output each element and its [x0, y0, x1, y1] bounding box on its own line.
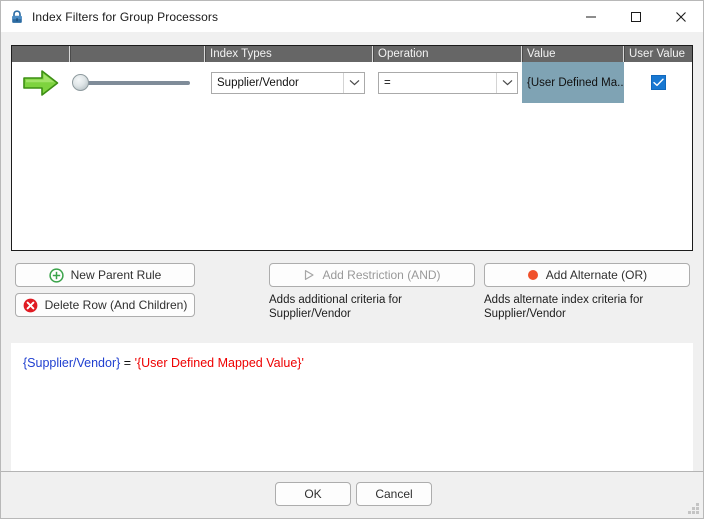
minimize-button[interactable]	[568, 1, 613, 32]
new-parent-rule-label: New Parent Rule	[70, 268, 162, 282]
delete-row-button[interactable]: Delete Row (And Children)	[15, 293, 195, 317]
dialog-body: Index Types Operation Value User Value S…	[1, 32, 703, 518]
add-alternate-button[interactable]: Add Alternate (OR)	[484, 263, 690, 287]
row-user-value-cell	[624, 62, 692, 103]
dialog-window: Index Filters for Group Processors Index…	[0, 0, 704, 519]
index-type-value: Supplier/Vendor	[217, 76, 299, 89]
ok-button[interactable]: OK	[275, 482, 351, 506]
row-operation-cell: =	[373, 62, 522, 103]
cancel-button[interactable]: Cancel	[356, 482, 432, 506]
plus-circle-icon	[48, 267, 64, 283]
delete-row-label: Delete Row (And Children)	[44, 298, 188, 312]
column-header-value[interactable]: Value	[522, 46, 624, 62]
resize-grip[interactable]	[687, 502, 700, 515]
title-bar: Index Filters for Group Processors	[1, 1, 703, 32]
chevron-down-icon[interactable]	[343, 72, 364, 93]
indent-slider[interactable]	[72, 74, 190, 92]
green-arrow-icon	[23, 69, 59, 96]
delete-circle-icon	[23, 298, 38, 313]
play-triangle-icon	[303, 269, 315, 281]
dialog-footer: OK Cancel	[1, 471, 703, 518]
expression-preview-panel[interactable]: {Supplier/Vendor} = '{User Defined Mappe…	[11, 343, 693, 474]
expression-value: '{User Defined Mapped Value}'	[134, 356, 304, 370]
window-title: Index Filters for Group Processors	[32, 9, 219, 24]
expression-line: {Supplier/Vendor} = '{User Defined Mappe…	[23, 355, 693, 371]
column-header-index-types[interactable]: Index Types	[205, 46, 373, 62]
orange-dot-icon	[527, 269, 539, 281]
minimize-icon	[585, 16, 596, 17]
maximize-button[interactable]	[613, 1, 658, 32]
row-value-cell[interactable]: {User Defined Ma...	[522, 62, 624, 103]
close-button[interactable]	[658, 1, 703, 32]
operation-value: =	[384, 76, 391, 89]
add-restriction-hint: Adds additional criteria for Supplier/Ve…	[269, 294, 402, 320]
check-icon	[652, 78, 664, 87]
slider-thumb[interactable]	[72, 74, 89, 91]
new-parent-rule-button[interactable]: New Parent Rule	[15, 263, 195, 287]
close-icon	[675, 11, 686, 22]
window-controls	[568, 1, 703, 32]
maximize-icon	[630, 11, 641, 22]
expression-field: {Supplier/Vendor}	[23, 356, 121, 370]
column-header-arrow[interactable]	[12, 46, 70, 62]
add-alternate-label: Add Alternate (OR)	[545, 268, 648, 282]
grid-header-row: Index Types Operation Value User Value	[12, 46, 692, 62]
expression-operator: =	[123, 356, 132, 370]
column-header-operation[interactable]: Operation	[373, 46, 522, 62]
chevron-down-icon[interactable]	[496, 72, 517, 93]
table-row[interactable]: Supplier/Vendor = {User Defined Ma...	[12, 62, 692, 103]
row-indent-cell	[70, 62, 205, 103]
row-index-type-cell: Supplier/Vendor	[205, 62, 373, 103]
rules-grid[interactable]: Index Types Operation Value User Value S…	[11, 45, 693, 251]
slider-track	[80, 80, 190, 85]
user-value-checkbox[interactable]	[650, 75, 666, 90]
lock-icon	[12, 9, 22, 23]
column-header-indent[interactable]	[70, 46, 205, 62]
row-arrow-cell	[12, 62, 70, 103]
add-restriction-label: Add Restriction (AND)	[322, 268, 441, 282]
index-type-dropdown[interactable]: Supplier/Vendor	[211, 71, 365, 94]
add-restriction-button[interactable]: Add Restriction (AND)	[269, 263, 475, 287]
operation-dropdown[interactable]: =	[378, 71, 518, 94]
column-header-user-value[interactable]: User Value	[624, 46, 692, 62]
add-alternate-hint: Adds alternate index criteria for Suppli…	[484, 294, 644, 320]
